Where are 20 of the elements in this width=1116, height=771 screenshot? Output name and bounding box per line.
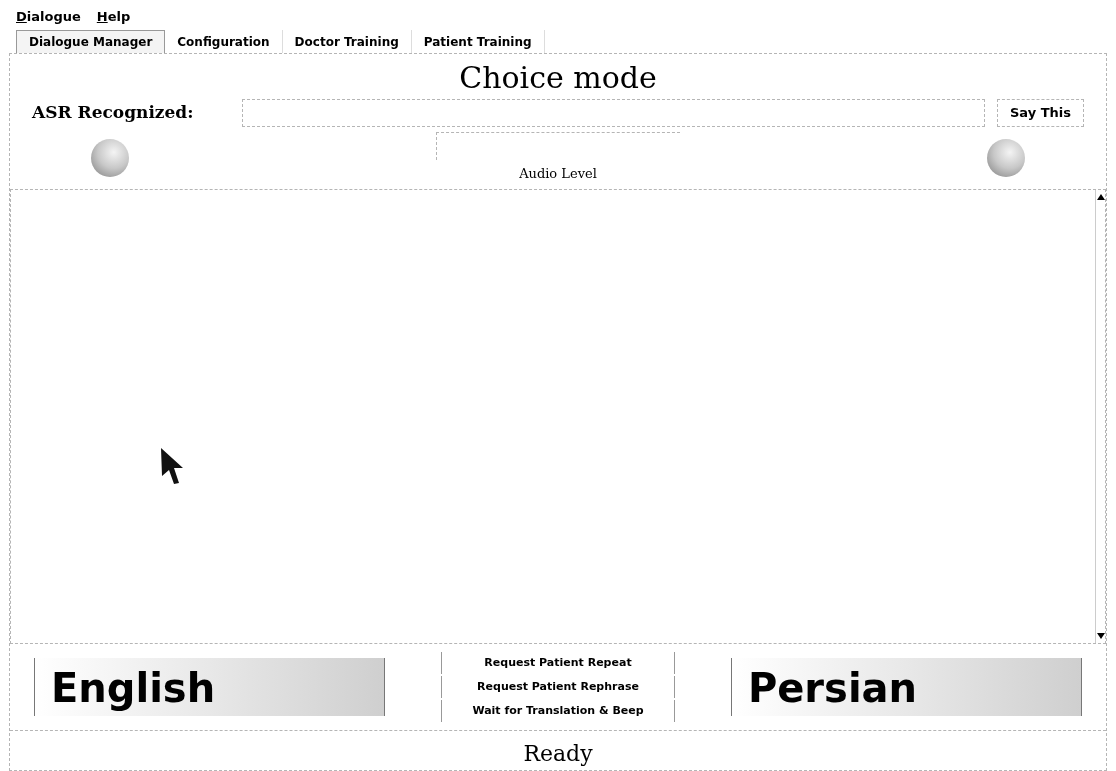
menu-item[interactable]: Dialogue [16,7,81,27]
mouse-pointer-icon [159,446,185,486]
scroll-up-icon[interactable] [1096,194,1105,200]
say-this-button[interactable]: Say This [996,99,1084,127]
menu-item[interactable]: Help [96,7,131,27]
scroll-down-icon[interactable] [1096,633,1105,639]
action-button[interactable]: Wait for Translation & Beep [441,700,675,722]
status-text: Ready [523,740,593,768]
asr-label: ASR Recognized: [32,101,195,125]
action-button[interactable]: Request Patient Rephrase [441,676,675,698]
mode-title: Choice mode [458,59,658,97]
tab[interactable]: Dialogue Manager [16,30,166,53]
indicator-light-icon [90,138,130,178]
audio-level-label: Audio Level [519,165,597,184]
language-button[interactable]: English [34,658,386,716]
indicator-light-icon [986,138,1026,178]
action-button[interactable]: Request Patient Repeat [441,652,675,674]
scroll-bar[interactable] [1095,190,1105,643]
language-button[interactable]: Persian [730,658,1082,716]
asr-text-field[interactable] [242,99,985,127]
